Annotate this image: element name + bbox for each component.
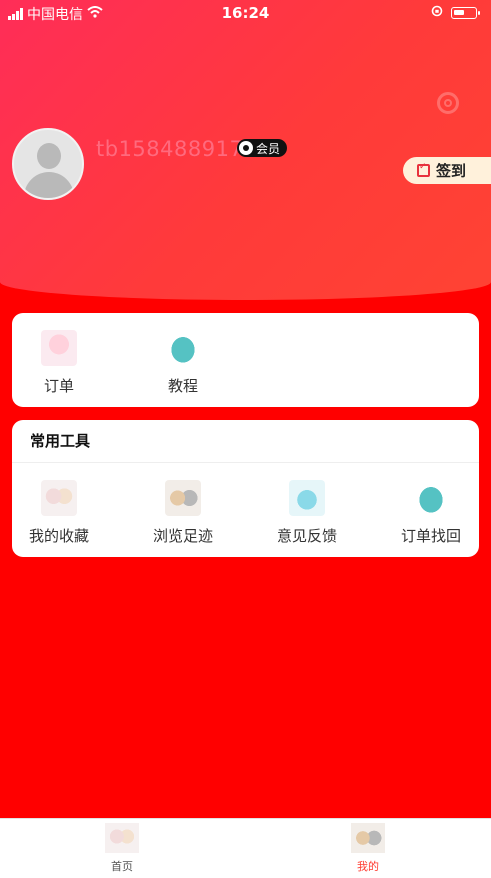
plush-dino-icon — [165, 330, 201, 366]
orders-item[interactable]: 订单 — [14, 330, 104, 396]
tutorial-item[interactable]: 教程 — [138, 330, 228, 396]
mine-tab-icon — [351, 823, 385, 853]
feedback-item[interactable]: 意见反馈 — [262, 480, 352, 546]
tab-home[interactable]: 首页 — [82, 823, 162, 874]
tools-title: 常用工具 — [30, 432, 91, 450]
history-item[interactable]: 浏览足迹 — [138, 480, 228, 546]
plush-pig-icon — [289, 480, 325, 516]
signin-button[interactable]: 签到 — [403, 157, 491, 184]
history-label: 浏览足迹 — [152, 527, 213, 545]
tools-divider — [12, 462, 479, 463]
tab-home-label: 首页 — [111, 860, 133, 873]
calendar-check-icon — [417, 162, 430, 177]
plush-deer-icon — [41, 330, 77, 366]
tools-card: 常用工具 我的收藏 浏览足迹 意见反馈 订单找回 — [12, 420, 479, 557]
plush-bear-icon — [165, 480, 201, 516]
feedback-label: 意见反馈 — [276, 527, 337, 545]
order-recovery-item[interactable]: 订单找回 — [386, 480, 476, 546]
signin-label: 签到 — [436, 162, 467, 180]
username: tb1584889171 — [96, 137, 258, 161]
plush-dino-icon — [413, 480, 449, 516]
status-time: 16:24 — [221, 4, 270, 22]
avatar[interactable] — [12, 128, 84, 200]
settings-icon[interactable] — [437, 92, 459, 114]
tutorial-label: 教程 — [167, 377, 198, 395]
tab-mine[interactable]: 我的 — [328, 823, 408, 874]
plush-bunny-icon — [41, 480, 77, 516]
battery-icon — [451, 7, 480, 19]
orders-label: 订单 — [43, 377, 74, 395]
home-tab-icon — [105, 823, 139, 853]
tab-bar: 首页 我的 — [0, 818, 491, 878]
order-recovery-label: 订单找回 — [400, 527, 461, 545]
tab-mine-label: 我的 — [357, 860, 379, 873]
vip-label: 会员 — [256, 141, 281, 156]
vip-icon — [239, 141, 253, 155]
rotation-lock-icon — [431, 5, 443, 21]
orders-card: 订单 教程 — [12, 313, 479, 407]
favorites-item[interactable]: 我的收藏 — [14, 480, 104, 546]
status-bar: 中国电信 16:24 — [0, 0, 491, 26]
favorites-label: 我的收藏 — [28, 527, 89, 545]
vip-badge[interactable]: 会员 — [237, 139, 288, 157]
